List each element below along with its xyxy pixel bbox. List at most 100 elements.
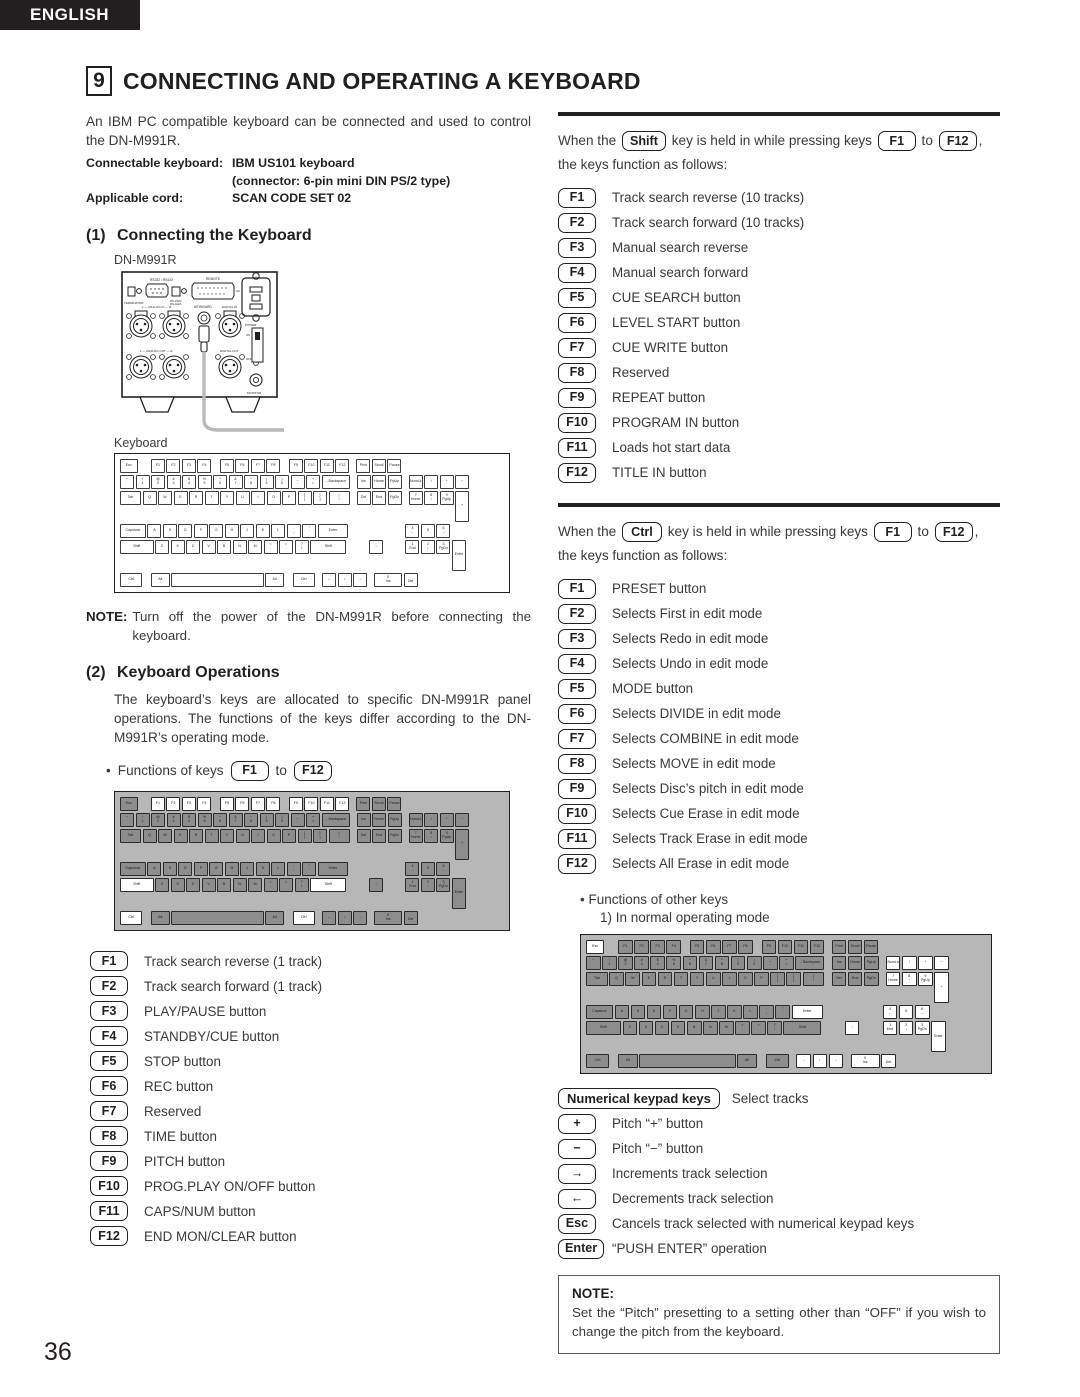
- keyboard-key[interactable]: Ctrl: [292, 572, 315, 587]
- keyboard-key[interactable]: T: [204, 490, 219, 505]
- keyboard-key[interactable]: J: [240, 861, 255, 876]
- keyboard-key[interactable]: }]: [313, 828, 327, 843]
- keyboard-key[interactable]: N: [232, 877, 247, 892]
- keyboard-key[interactable]: Print: [356, 796, 371, 811]
- keyboard-key[interactable]: #3: [166, 812, 181, 827]
- keyboard-key[interactable]: F9: [288, 458, 303, 473]
- keyboard-key[interactable]: /: [901, 956, 917, 970]
- keyboard-key[interactable]: $4: [650, 956, 665, 970]
- keyboard-key[interactable]: 2 ↓: [420, 539, 435, 554]
- keyboard-key[interactable]: 4 ←: [405, 523, 420, 538]
- keyboard-key[interactable]: →: [353, 910, 368, 925]
- keyboard-key[interactable]: 4 ←: [405, 861, 420, 876]
- keyboard-key[interactable]: & 7: [228, 474, 243, 489]
- keyboard-key[interactable]: End: [372, 490, 387, 505]
- keyboard-key[interactable]: ~ `: [120, 812, 134, 827]
- keyboard-key[interactable]: @2: [151, 474, 165, 489]
- keyboard-key[interactable]: F: [193, 523, 208, 538]
- keyboard-key[interactable]: W: [625, 972, 641, 986]
- key-chip-f3[interactable]: F3: [558, 237, 596, 258]
- key-chip-f2[interactable]: F2: [90, 976, 128, 996]
- key-chip-f12[interactable]: F12: [558, 853, 596, 874]
- keyboard-key[interactable]: Shift: [120, 539, 154, 554]
- key-chip-f12[interactable]: F12: [558, 462, 596, 483]
- keyboard-key[interactable]: 9 PgUp: [918, 972, 933, 986]
- keyboard-key[interactable]: F1: [150, 458, 165, 473]
- keyboard-key[interactable]: 5: [420, 523, 435, 538]
- keyboard-key[interactable]: F3: [650, 940, 665, 954]
- keyboard-key[interactable]: *: [439, 812, 454, 827]
- keyboard-key[interactable]: ) 0: [275, 812, 289, 827]
- keyboard-key[interactable]: 5: [898, 1005, 914, 1019]
- keyboard-key[interactable]: F1: [150, 796, 165, 811]
- keyboard-key[interactable]: V: [201, 877, 216, 892]
- keyboard-key[interactable]: F12: [809, 940, 825, 954]
- keyboard-key[interactable]: | \: [328, 828, 350, 843]
- keyboard-key[interactable]: _ -: [763, 956, 778, 970]
- keyboard-key[interactable]: Enter: [791, 1005, 823, 1019]
- keyboard-key[interactable]: 3 PgDn: [914, 1021, 930, 1035]
- key-chip-[interactable]: →: [558, 1163, 596, 1184]
- keyboard-key[interactable]: U: [235, 828, 250, 843]
- key-chip-f1[interactable]: F1: [558, 187, 596, 208]
- keyboard-key[interactable]: (9: [259, 474, 274, 489]
- keyboard-key[interactable]: M: [248, 877, 263, 892]
- keyboard-key[interactable]: F3: [181, 458, 196, 473]
- keyboard-key[interactable]: }]: [786, 972, 802, 986]
- keyboard-key[interactable]: (9: [730, 956, 746, 970]
- keyboard-key[interactable]: ~ `: [586, 956, 601, 970]
- keyboard-key[interactable]: _ -: [290, 812, 305, 827]
- keyboard-key[interactable]: Tab: [120, 828, 141, 843]
- keyboard-key[interactable]: Enter: [317, 861, 348, 876]
- key-chip-f5[interactable]: F5: [558, 678, 596, 699]
- keyboard-key[interactable]: ↑: [368, 539, 383, 554]
- keyboard-key[interactable]: ^ 6: [682, 956, 698, 970]
- key-chip-f10[interactable]: F10: [558, 803, 596, 824]
- key-chip-f12[interactable]: F12: [293, 760, 332, 781]
- keyboard-key[interactable]: ^ 6: [213, 812, 227, 827]
- keyboard-key[interactable]: PgUp: [387, 474, 402, 489]
- keyboard-key[interactable]: . Del: [881, 1054, 896, 1068]
- key-chip-f12[interactable]: F12: [934, 522, 973, 543]
- keyboard-key[interactable]: 3 PgDn: [436, 877, 451, 892]
- keyboard-key[interactable]: L: [271, 861, 286, 876]
- keyboard-key[interactable]: Ins: [356, 812, 371, 827]
- key-chip-f1[interactable]: F1: [90, 951, 128, 971]
- key-chip-[interactable]: ←: [558, 1188, 596, 1209]
- keyboard-key[interactable]: PgDn: [387, 828, 402, 843]
- keyboard-key[interactable]: N: [232, 539, 247, 554]
- keyboard-key[interactable]: F7: [722, 940, 737, 954]
- keyboard-key[interactable]: 3 PgDn: [436, 539, 451, 554]
- keyboard-key[interactable]: Ctrl: [292, 910, 315, 925]
- keyboard-key[interactable]: B: [217, 877, 232, 892]
- keyboard-key[interactable]: ↑: [368, 877, 383, 892]
- key-chip-ctrl[interactable]: Ctrl: [621, 522, 662, 543]
- keyboard-key[interactable]: {[: [297, 828, 312, 843]
- keyboard-key[interactable]: @2: [618, 956, 633, 970]
- key-chip-esc[interactable]: Esc: [558, 1213, 596, 1234]
- keyboard-key[interactable]: Ctrl: [120, 572, 143, 587]
- key-chip-f4[interactable]: F4: [558, 262, 596, 283]
- keyboard-key[interactable]: R: [189, 490, 203, 505]
- keyboard-key[interactable]: 7 Home: [885, 972, 901, 986]
- keyboard-key[interactable]: 9 PgUp: [439, 490, 454, 505]
- keyboard-key[interactable]: B: [686, 1021, 702, 1035]
- keyboard-key[interactable]: ^ 6: [213, 474, 227, 489]
- keyboard-key[interactable]: C: [186, 539, 201, 554]
- keyboard-key[interactable]: Print: [356, 458, 371, 473]
- keyboard-key[interactable]: Home: [372, 812, 387, 827]
- keyboard-key[interactable]: Q: [142, 490, 157, 505]
- key-chip-f8[interactable]: F8: [558, 362, 596, 383]
- keyboard-key[interactable]: V: [201, 539, 216, 554]
- keyboard-key[interactable]: NumLk: [408, 812, 423, 827]
- keyboard-key[interactable]: K: [727, 1005, 742, 1019]
- keyboard-key[interactable]: F12: [335, 796, 350, 811]
- keyboard-key[interactable]: 6 →: [914, 1005, 930, 1019]
- keyboard-key[interactable]: F7: [250, 796, 265, 811]
- keyboard-key[interactable]: F8: [266, 796, 281, 811]
- keyboard-key[interactable]: O: [266, 828, 281, 843]
- keyboard-key[interactable]: ←Backspace: [321, 812, 350, 827]
- keyboard-key[interactable]: Z: [622, 1021, 638, 1035]
- keyboard-key[interactable]: G: [209, 523, 224, 538]
- keyboard-key[interactable]: D: [178, 861, 193, 876]
